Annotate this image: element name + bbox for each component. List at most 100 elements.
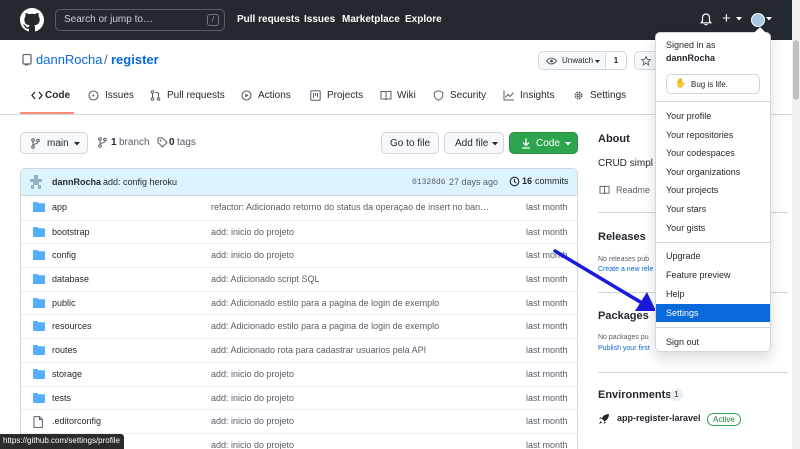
file-name[interactable]: .editorconfig: [52, 416, 101, 426]
readme-link[interactable]: Readme: [616, 185, 650, 195]
menu-item-your-stars[interactable]: Your stars: [656, 200, 770, 218]
publish-package-link[interactable]: Publish your first: [598, 345, 650, 352]
star-button[interactable]: [634, 51, 656, 70]
commits-label: commits: [535, 176, 569, 186]
file-row[interactable]: public add: Adicionado estilo para a pagi…: [21, 290, 577, 315]
file-commit-message[interactable]: add: Adicionado script SQL: [211, 274, 496, 284]
add-file-button[interactable]: Add file: [444, 132, 504, 154]
file-row[interactable]: storage add: inicio do projeto last month: [21, 361, 577, 386]
file-name[interactable]: tests: [52, 393, 71, 403]
commit-author[interactable]: dannRocha: [52, 177, 101, 187]
file-list: app refactor: Adicionado retorno do statu…: [21, 196, 577, 449]
download-icon: [522, 138, 530, 149]
branch-select-button[interactable]: main: [20, 132, 88, 154]
code-button-label: Code: [536, 138, 560, 149]
watchers-count[interactable]: 1: [606, 51, 627, 70]
page-scrollbar[interactable]: [792, 0, 800, 449]
file-commit-message[interactable]: add: inicio do projeto: [211, 227, 496, 237]
file-icon: [33, 416, 43, 429]
releases-heading[interactable]: Releases: [598, 231, 646, 243]
file-name[interactable]: storage: [52, 369, 82, 379]
chevron-down-icon: [74, 142, 80, 146]
menu-item-your-projects[interactable]: Your projects: [656, 181, 770, 199]
scrollbar-thumb[interactable]: [793, 40, 799, 100]
nav-marketplace[interactable]: Marketplace: [342, 14, 400, 25]
file-row[interactable]: resources add: Adicionado estilo para a p…: [21, 314, 577, 338]
tag-count: 0: [169, 137, 175, 148]
repo-owner-link[interactable]: dannRocha: [36, 52, 103, 67]
dropdown-divider: [656, 242, 770, 243]
menu-item-your-repositories[interactable]: Your repositories: [656, 126, 770, 144]
file-row[interactable]: database add: Adicionado script SQL last m…: [21, 267, 577, 291]
search-placeholder: Search or jump to…: [64, 14, 153, 25]
file-commit-message[interactable]: add: inicio do projeto: [211, 440, 496, 449]
nav-pull-requests[interactable]: Pull requests: [237, 14, 300, 25]
notifications-bell-icon[interactable]: [700, 13, 712, 26]
chevron-down-icon: [565, 142, 571, 146]
file-row[interactable]: routes add: Adicionado rota para cadastra…: [21, 338, 577, 362]
file-commit-age: last month: [526, 416, 568, 427]
no-packages-text: No packages pu: [598, 334, 649, 341]
file-commit-message[interactable]: add: inicio do projeto: [211, 250, 496, 260]
unwatch-button[interactable]: Unwatch: [538, 51, 606, 70]
menu-item-feature-preview[interactable]: Feature preview: [656, 266, 770, 284]
play-circle-icon: [241, 90, 252, 101]
file-name[interactable]: public: [52, 298, 76, 308]
file-name[interactable]: app: [52, 202, 67, 212]
file-commit-message[interactable]: add: Adicionado estilo para a pagina de …: [211, 298, 496, 308]
file-name[interactable]: resources: [52, 321, 92, 331]
latest-commit-bar: dannRocha add: config heroku 01328d6 27 …: [21, 169, 577, 196]
github-logo-icon[interactable]: [20, 8, 44, 32]
file-name[interactable]: bootstrap: [52, 227, 90, 237]
file-commit-age: last month: [526, 321, 568, 332]
file-row[interactable]: config add: inicio do projeto last month: [21, 243, 577, 267]
menu-item-sign-out[interactable]: Sign out: [656, 333, 770, 351]
nav-issues[interactable]: Issues: [304, 14, 335, 25]
status-text: Bug is life.: [691, 80, 728, 89]
file-commit-message[interactable]: add: inicio do projeto: [211, 393, 496, 403]
file-commit-age: last month: [526, 226, 568, 237]
git-pull-request-icon: [150, 90, 161, 101]
file-commit-message[interactable]: add: Adicionado estilo para a pagina de …: [211, 321, 496, 331]
file-name[interactable]: routes: [52, 345, 77, 355]
menu-item-settings[interactable]: Settings: [656, 304, 770, 322]
environment-link[interactable]: app-register-laravel: [617, 413, 701, 423]
file-commit-message[interactable]: add: inicio do projeto: [211, 369, 496, 379]
file-name[interactable]: database: [52, 274, 89, 284]
history-icon: [509, 176, 520, 187]
search-input[interactable]: Search or jump to… /: [55, 9, 225, 31]
file-row[interactable]: tests add: inicio do projeto last month: [21, 385, 577, 410]
commit-time: 27 days ago: [449, 177, 499, 187]
search-shortcut-key: /: [207, 14, 219, 26]
create-new-plus-icon[interactable]: +: [722, 10, 731, 28]
file-commit-message[interactable]: add: inicio do projeto: [211, 416, 496, 426]
chevron-down-icon: [595, 60, 600, 63]
chevron-down-icon[interactable]: [736, 17, 742, 21]
commit-hash[interactable]: 01328d6: [412, 178, 446, 187]
commit-author-avatar[interactable]: [29, 175, 43, 189]
chevron-down-icon[interactable]: [766, 17, 772, 21]
tag-icon: [157, 137, 168, 148]
folder-icon: [33, 202, 45, 212]
file-name[interactable]: config: [52, 250, 76, 260]
menu-item-your-profile[interactable]: Your profile: [656, 107, 770, 125]
nav-explore[interactable]: Explore: [405, 14, 442, 25]
menu-item-upgrade[interactable]: Upgrade: [656, 247, 770, 265]
menu-item-your-gists[interactable]: Your gists: [656, 219, 770, 237]
menu-item-your-organizations[interactable]: Your organizations: [656, 163, 770, 181]
set-status-button[interactable]: ✋ Bug is life.: [666, 74, 760, 94]
code-download-button[interactable]: Code: [509, 132, 578, 154]
go-to-file-button[interactable]: Go to file: [381, 132, 439, 154]
file-commit-message[interactable]: refactor: Adicionado retorno do status d…: [211, 202, 496, 212]
signed-in-username[interactable]: dannRocha: [666, 53, 715, 63]
file-row[interactable]: .editorconfig add: inicio do projeto last …: [21, 409, 577, 433]
user-avatar[interactable]: [751, 13, 765, 27]
commit-message[interactable]: add: config heroku: [103, 177, 177, 187]
menu-item-help[interactable]: Help: [656, 285, 770, 303]
file-row[interactable]: app refactor: Adicionado retorno do statu…: [21, 196, 577, 220]
menu-item-your-codespaces[interactable]: Your codespaces: [656, 144, 770, 162]
repo-name-link[interactable]: register: [111, 52, 159, 67]
environments-heading[interactable]: Environments: [598, 389, 671, 401]
file-row[interactable]: bootstrap add: inicio do projeto last mont…: [21, 219, 577, 244]
file-commit-message[interactable]: add: Adicionado rota para cadastrar usua…: [211, 345, 496, 355]
